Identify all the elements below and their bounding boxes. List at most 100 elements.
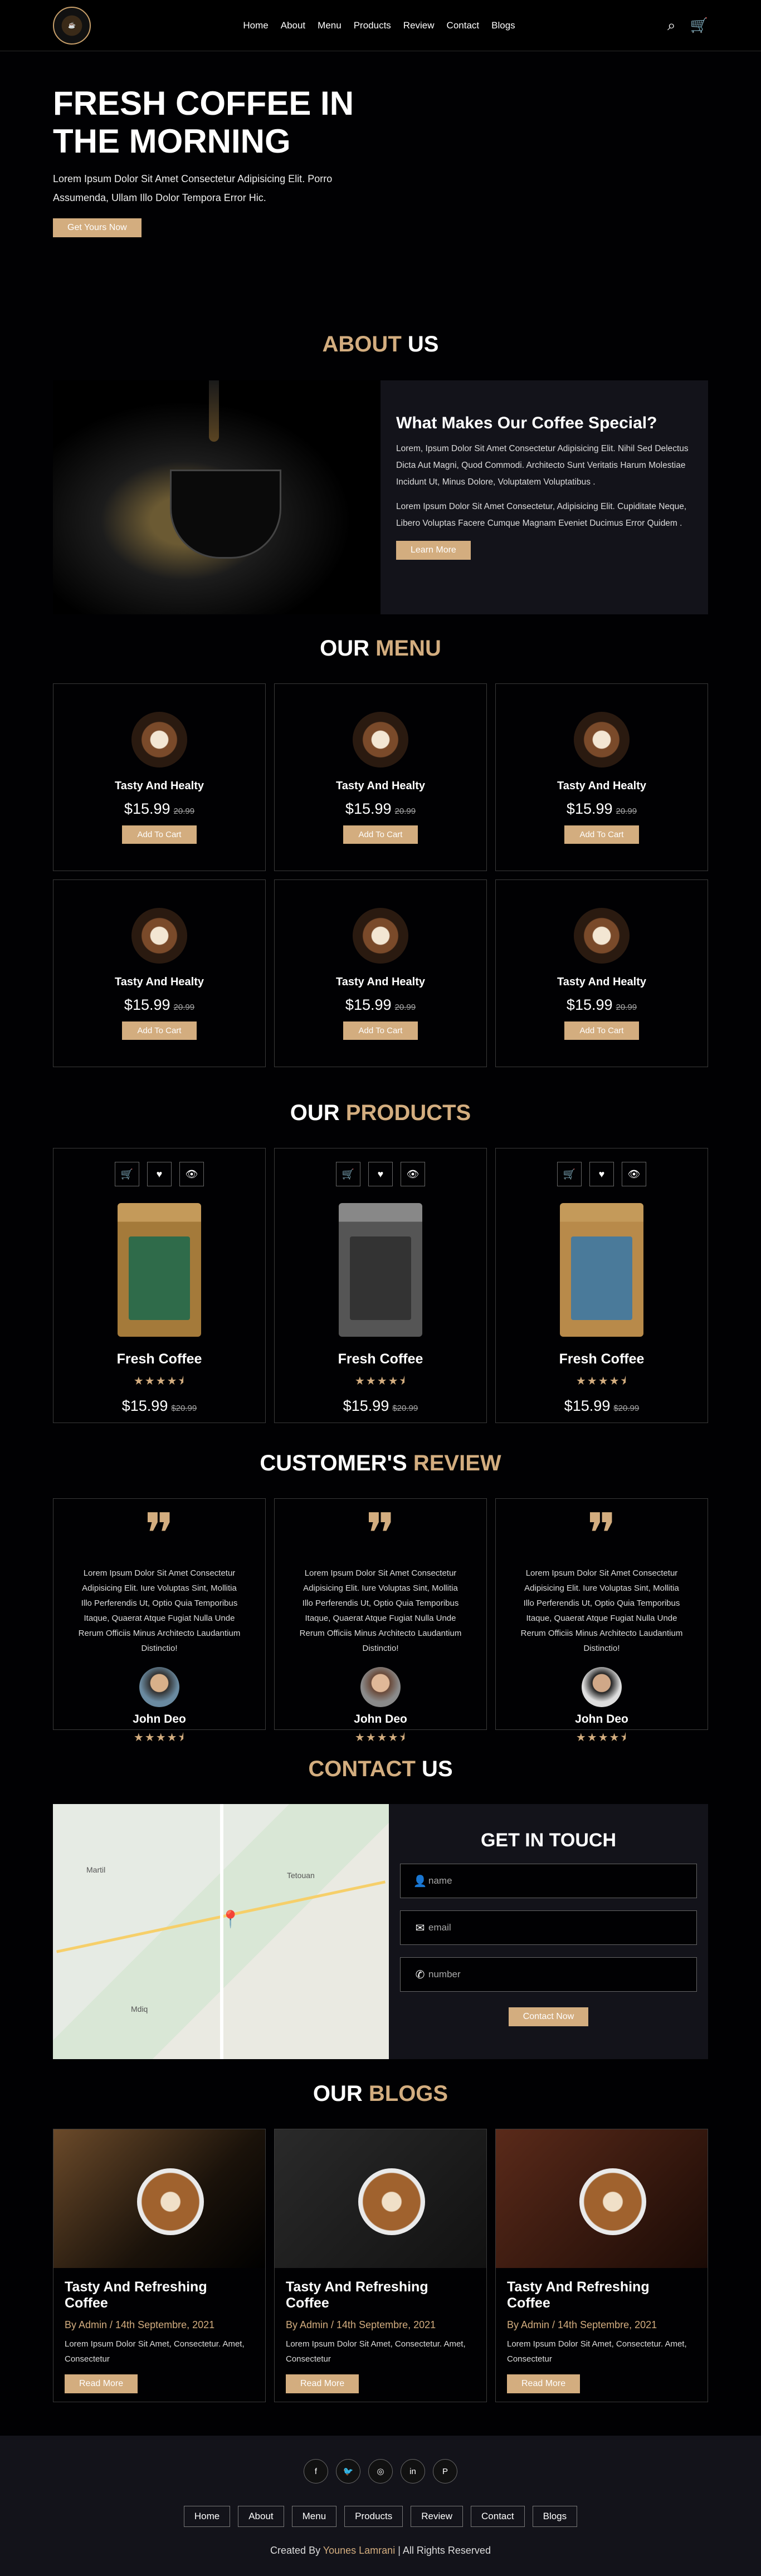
footer-link-blogs[interactable]: Blogs <box>532 2506 578 2527</box>
cart-icon[interactable]: 🛒 <box>690 17 708 35</box>
product-name: Fresh Coffee <box>116 1351 202 1367</box>
email-input[interactable] <box>428 1922 685 1933</box>
price-current: $15.99 <box>566 996 613 1013</box>
coffee-bag-image <box>118 1203 201 1337</box>
read-more-button[interactable]: Read More <box>507 2374 580 2393</box>
add-to-cart-button[interactable]: Add To Cart <box>121 1021 197 1040</box>
footer-link-contact[interactable]: Contact <box>471 2506 525 2527</box>
nav-blogs[interactable]: Blogs <box>491 20 515 31</box>
nav-review[interactable]: Review <box>403 20 435 31</box>
footer-link-menu[interactable]: Menu <box>291 2506 337 2527</box>
heart-icon[interactable]: ♥ <box>147 1162 172 1186</box>
footer-link-review[interactable]: Review <box>411 2506 464 2527</box>
menu-section: OUR MENU Tasty And Healty $15.99 20.99 Add … <box>53 636 708 1067</box>
menu-heading: OUR MENU <box>53 636 708 661</box>
menu-item-name: Tasty And Healty <box>114 780 204 792</box>
blog-byline: By Admin / 14th Septembre, 2021 <box>507 2319 657 2330</box>
price-current: $15.99 <box>345 996 392 1013</box>
credit-author[interactable]: Younes Lamrani <box>323 2545 395 2556</box>
menu-image <box>574 908 630 964</box>
heart-icon[interactable]: ♥ <box>368 1162 393 1186</box>
nav-contact[interactable]: Contact <box>447 20 480 31</box>
contact-form: GET IN TOUCH 👤 ✉ ✆ Contact Now <box>389 1804 708 2059</box>
site-footer: f 🐦 ◎ in P Home About Menu Products Revi… <box>0 2436 761 2576</box>
menu-image <box>574 712 630 768</box>
learn-more-button[interactable]: Learn More <box>396 541 471 560</box>
add-to-cart-button[interactable]: Add To Cart <box>564 825 640 844</box>
blogs-heading: OUR BLOGS <box>53 2081 708 2106</box>
twitter-icon[interactable]: 🐦 <box>336 2459 360 2484</box>
logo[interactable]: ☕ <box>53 6 91 45</box>
nav-products[interactable]: Products <box>354 20 391 31</box>
price-old: 20.99 <box>173 1003 195 1012</box>
blog-image <box>496 2129 708 2268</box>
nav-about[interactable]: About <box>281 20 305 31</box>
bag-label <box>129 1236 190 1320</box>
price-old: 20.99 <box>173 806 195 816</box>
add-to-cart-button[interactable]: Add To Cart <box>564 1021 640 1040</box>
coffee-bag-image <box>560 1203 643 1337</box>
blog-text: Lorem Ipsum Dolor Sit Amet, Consectetur.… <box>286 2339 466 2364</box>
nav-menu[interactable]: Menu <box>318 20 342 31</box>
heading-rest: OUR <box>320 636 376 661</box>
menu-item-name: Tasty And Healty <box>335 976 426 988</box>
contact-heading: CONTACT US <box>53 1757 708 1782</box>
pinterest-icon[interactable]: P <box>433 2459 457 2484</box>
map-label: Mdiq <box>131 2005 148 2013</box>
review-card: ❞ Lorem Ipsum Dolor Sit Amet Consectetur … <box>495 1498 708 1744</box>
reviewer-name: John Deo <box>133 1713 186 1726</box>
menu-card: Tasty And Healty $15.99 20.99 Add To Cart <box>495 683 708 871</box>
social-links: f 🐦 ◎ in P <box>0 2459 761 2484</box>
heading-accent: REVIEW <box>413 1451 501 1475</box>
review-card: ❞ Lorem Ipsum Dolor Sit Amet Consectetur … <box>274 1498 487 1744</box>
read-more-button[interactable]: Read More <box>65 2374 138 2393</box>
price-current: $15.99 <box>124 800 170 817</box>
about-title: What Makes Our Coffee Special? <box>396 414 657 432</box>
number-input[interactable] <box>428 1969 685 1980</box>
cart-icon[interactable]: 🛒 <box>115 1162 139 1186</box>
get-yours-button[interactable]: Get Yours Now <box>53 218 142 237</box>
footer-link-home[interactable]: Home <box>183 2506 231 2527</box>
search-icon[interactable]: ⌕ <box>667 17 676 35</box>
map-pin-icon[interactable]: 📍 <box>220 1910 241 1929</box>
instagram-icon[interactable]: ◎ <box>368 2459 393 2484</box>
email-field[interactable]: ✉ <box>400 1910 697 1945</box>
price-old: 20.99 <box>394 806 416 816</box>
linkedin-icon[interactable]: in <box>401 2459 425 2484</box>
bag-label <box>350 1236 411 1320</box>
blog-card: Tasty And Refreshing Coffee By Admin / 14… <box>274 2129 487 2402</box>
credit-prefix: Created By <box>270 2545 323 2556</box>
menu-card: Tasty And Healty $15.99 20.99 Add To Cart <box>274 879 487 1067</box>
embedded-map[interactable]: 📍 Martil Tetouan Mdiq <box>53 1804 389 2059</box>
name-input[interactable] <box>428 1875 685 1886</box>
contact-now-button[interactable]: Contact Now <box>508 2007 589 2026</box>
number-field[interactable]: ✆ <box>400 1957 697 1992</box>
product-card: 🛒 ♥ 👁 Fresh Coffee ★★★★⯨ $15.99 $20.99 <box>274 1148 487 1423</box>
blogs-grid: Tasty And Refreshing Coffee By Admin / 14… <box>53 2129 708 2402</box>
cart-icon[interactable]: 🛒 <box>557 1162 582 1186</box>
eye-icon[interactable]: 👁 <box>179 1162 204 1186</box>
add-to-cart-button[interactable]: Add To Cart <box>121 825 197 844</box>
cart-icon[interactable]: 🛒 <box>336 1162 360 1186</box>
facebook-icon[interactable]: f <box>304 2459 328 2484</box>
add-to-cart-button[interactable]: Add To Cart <box>343 1021 418 1040</box>
eye-icon[interactable]: 👁 <box>401 1162 425 1186</box>
menu-image <box>353 908 408 964</box>
nav-home[interactable]: Home <box>243 20 268 31</box>
avatar <box>582 1667 622 1707</box>
read-more-button[interactable]: Read More <box>286 2374 359 2393</box>
eye-icon[interactable]: 👁 <box>622 1162 646 1186</box>
footer-link-products[interactable]: Products <box>344 2506 403 2527</box>
product-actions: 🛒 ♥ 👁 <box>53 1162 265 1186</box>
menu-item-name: Tasty And Healty <box>335 780 426 792</box>
add-to-cart-button[interactable]: Add To Cart <box>343 825 418 844</box>
blog-body: Tasty And Refreshing Coffee By Admin / 14… <box>53 2268 265 2393</box>
header-icons: ⌕ 🛒 <box>667 17 708 35</box>
products-heading: OUR PRODUCTS <box>53 1101 708 1126</box>
heart-icon[interactable]: ♥ <box>589 1162 614 1186</box>
coffee-cup <box>170 470 281 559</box>
name-field[interactable]: 👤 <box>400 1864 697 1898</box>
footer-link-about[interactable]: About <box>238 2506 284 2527</box>
price-old: 20.99 <box>394 1003 416 1012</box>
price-current: $15.99 <box>566 800 613 817</box>
